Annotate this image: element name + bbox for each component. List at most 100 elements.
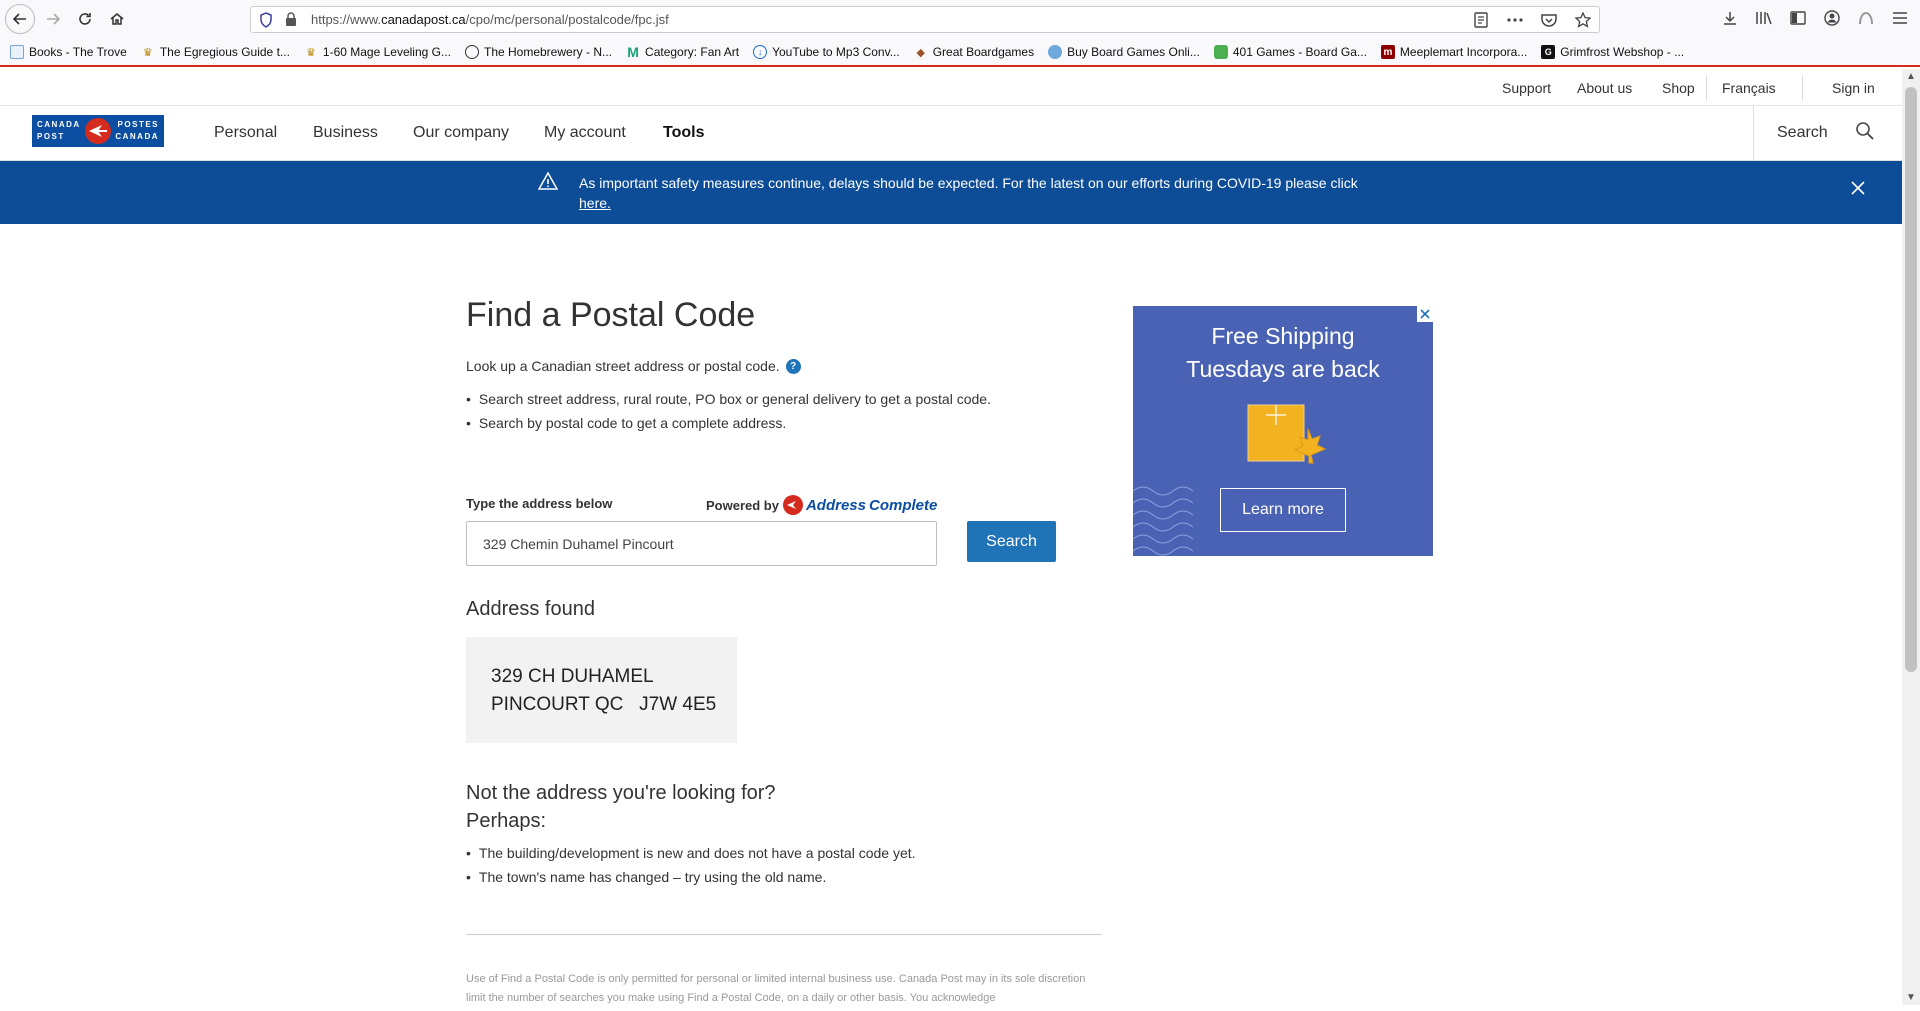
bookmark-item[interactable]: M Category: Fan Art — [626, 44, 739, 60]
ad-banner[interactable]: Free Shipping Tuesdays are back Learn mo… — [1133, 306, 1433, 556]
page: Support About us Shop Français Sign in C… — [0, 69, 1902, 1005]
bookmark-item[interactable]: Buy Board Games Onli... — [1048, 45, 1200, 59]
reload-button[interactable] — [70, 4, 100, 34]
menu-icon[interactable] — [1890, 8, 1910, 28]
dice-icon — [1213, 45, 1228, 59]
search-icon[interactable] — [1855, 121, 1875, 146]
list-item: Search by postal code to get a complete … — [466, 415, 991, 431]
address-line-2: PINCOURT QC J7W 4E5 — [491, 694, 717, 715]
bookmark-item[interactable]: The Homebrewery - N... — [464, 45, 612, 59]
alert-message: As important safety measures continue, d… — [579, 175, 1358, 211]
forward-button[interactable] — [38, 4, 68, 34]
intro-text: Look up a Canadian street address or pos… — [466, 358, 801, 374]
ad-title: Free Shipping Tuesdays are back — [1186, 323, 1380, 382]
list-item: Search street address, rural route, PO b… — [466, 391, 991, 407]
shop-link[interactable]: Shop — [1662, 80, 1695, 96]
separator — [1706, 75, 1707, 101]
m-logo-icon: M — [627, 44, 639, 60]
parcel-box-icon — [1246, 399, 1328, 476]
browser-toolbar: https://www.canadapost.ca/cpo/mc/persona… — [0, 0, 1920, 39]
learn-more-button[interactable]: Learn more — [1220, 488, 1346, 532]
close-icon[interactable] — [1851, 181, 1865, 200]
scroll-thumb[interactable] — [1905, 87, 1917, 672]
divider — [466, 934, 1102, 935]
bookmark-item[interactable]: G Grimfrost Webshop - ... — [1541, 45, 1684, 59]
bookmark-item[interactable]: ♛ The Egregious Guide t... — [141, 45, 290, 59]
powered-by: Powered by Address Complete — [706, 495, 938, 515]
sign-in-link[interactable]: Sign in — [1832, 80, 1875, 96]
page-title: Find a Postal Code — [466, 296, 756, 334]
account-icon[interactable] — [1822, 8, 1842, 28]
nav-my-account[interactable]: My account — [544, 124, 626, 142]
download-icon: ↓ — [753, 45, 768, 59]
separator — [1802, 75, 1803, 101]
instructions-list: Search street address, rural route, PO b… — [466, 391, 991, 439]
main-nav: CANADA POST POSTES CANADA Personal Busin… — [0, 106, 1902, 161]
library-icon[interactable] — [1754, 8, 1774, 28]
address-input-label: Type the address below — [466, 496, 613, 511]
download-icon[interactable] — [1720, 8, 1740, 28]
suggestions-list: The building/development is new and does… — [466, 845, 916, 893]
address-search-input[interactable] — [466, 521, 937, 566]
home-icon — [110, 13, 124, 25]
page-icon — [10, 45, 24, 59]
bookmark-item[interactable]: ◆ Great Boardgames — [914, 45, 1034, 59]
canada-post-logo[interactable]: CANADA POST POSTES CANADA — [32, 115, 164, 147]
pocket-icon[interactable] — [1539, 10, 1559, 30]
bookmark-item[interactable]: Books - The Trove — [10, 45, 127, 59]
bookmark-item[interactable]: 401 Games - Board Ga... — [1213, 45, 1367, 59]
reader-view-icon[interactable] — [1471, 10, 1491, 30]
language-link[interactable]: Français — [1722, 80, 1776, 96]
list-item: The town's name has changed – try using … — [466, 869, 916, 885]
back-button[interactable] — [5, 4, 35, 34]
list-item: The building/development is new and does… — [466, 845, 916, 861]
gem-icon: ◆ — [916, 46, 925, 59]
search-button[interactable]: Search — [967, 521, 1056, 562]
help-icon[interactable]: ? — [785, 358, 801, 374]
canada-post-emblem-icon — [85, 118, 111, 144]
shield-icon[interactable] — [259, 12, 273, 33]
nav-tools[interactable]: Tools — [663, 124, 704, 142]
bookmark-item[interactable]: ↓ YouTube to Mp3 Conv... — [753, 45, 900, 59]
crown-icon: ♛ — [142, 46, 153, 59]
covid-alert-banner: As important safety measures continue, d… — [0, 161, 1902, 224]
arrow-right-icon — [47, 13, 61, 25]
address-complete-emblem-icon — [782, 495, 803, 515]
address-line-1: 329 CH DUHAMEL — [491, 666, 654, 687]
shop-icon — [1048, 45, 1063, 59]
bookmark-item[interactable]: ♛ 1-60 Mage Leveling G... — [304, 45, 451, 59]
lock-icon[interactable] — [285, 12, 297, 32]
support-link[interactable]: Support — [1502, 80, 1551, 96]
nav-search-label[interactable]: Search — [1777, 124, 1828, 142]
page-scrollbar[interactable]: ▲ ▼ — [1902, 69, 1920, 1005]
legal-text: Use of Find a Postal Code is only permit… — [466, 973, 1086, 1004]
nav-business[interactable]: Business — [313, 124, 378, 142]
about-us-link[interactable]: About us — [1577, 80, 1632, 96]
bookmark-item[interactable]: m Meeplemart Incorpora... — [1380, 45, 1527, 59]
warning-icon — [537, 171, 559, 195]
extension-icon[interactable] — [1856, 8, 1876, 28]
address-result-card[interactable]: 329 CH DUHAMEL PINCOURT QC J7W 4E5 — [466, 637, 737, 743]
crown-icon: ♛ — [305, 46, 316, 59]
bookmark-star-icon[interactable] — [1573, 10, 1593, 30]
reload-icon — [79, 13, 91, 25]
nav-personal[interactable]: Personal — [214, 124, 277, 142]
separator — [1753, 106, 1754, 161]
scroll-down-icon[interactable]: ▼ — [1906, 992, 1916, 1003]
logo-text-left: CANADA POST — [37, 120, 81, 141]
address-found-heading: Address found — [466, 598, 595, 620]
arrow-left-icon — [12, 13, 26, 25]
home-button[interactable] — [102, 4, 132, 34]
nav-our-company[interactable]: Our company — [413, 124, 509, 142]
logo-text-right: POSTES CANADA — [115, 120, 159, 141]
not-found-heading: Not the address you're looking for? Perh… — [466, 782, 776, 832]
m-box-icon: m — [1380, 45, 1395, 59]
gf-icon: G — [1541, 45, 1556, 59]
url-bar[interactable]: https://www.canadapost.ca/cpo/mc/persona… — [250, 6, 1600, 33]
globe-icon — [464, 45, 479, 59]
alert-link[interactable]: here. — [579, 195, 611, 211]
wave-pattern-icon — [1133, 481, 1213, 556]
sidebar-icon[interactable] — [1788, 8, 1808, 28]
more-actions-icon[interactable] — [1505, 10, 1525, 30]
scroll-up-icon[interactable]: ▲ — [1906, 71, 1916, 82]
